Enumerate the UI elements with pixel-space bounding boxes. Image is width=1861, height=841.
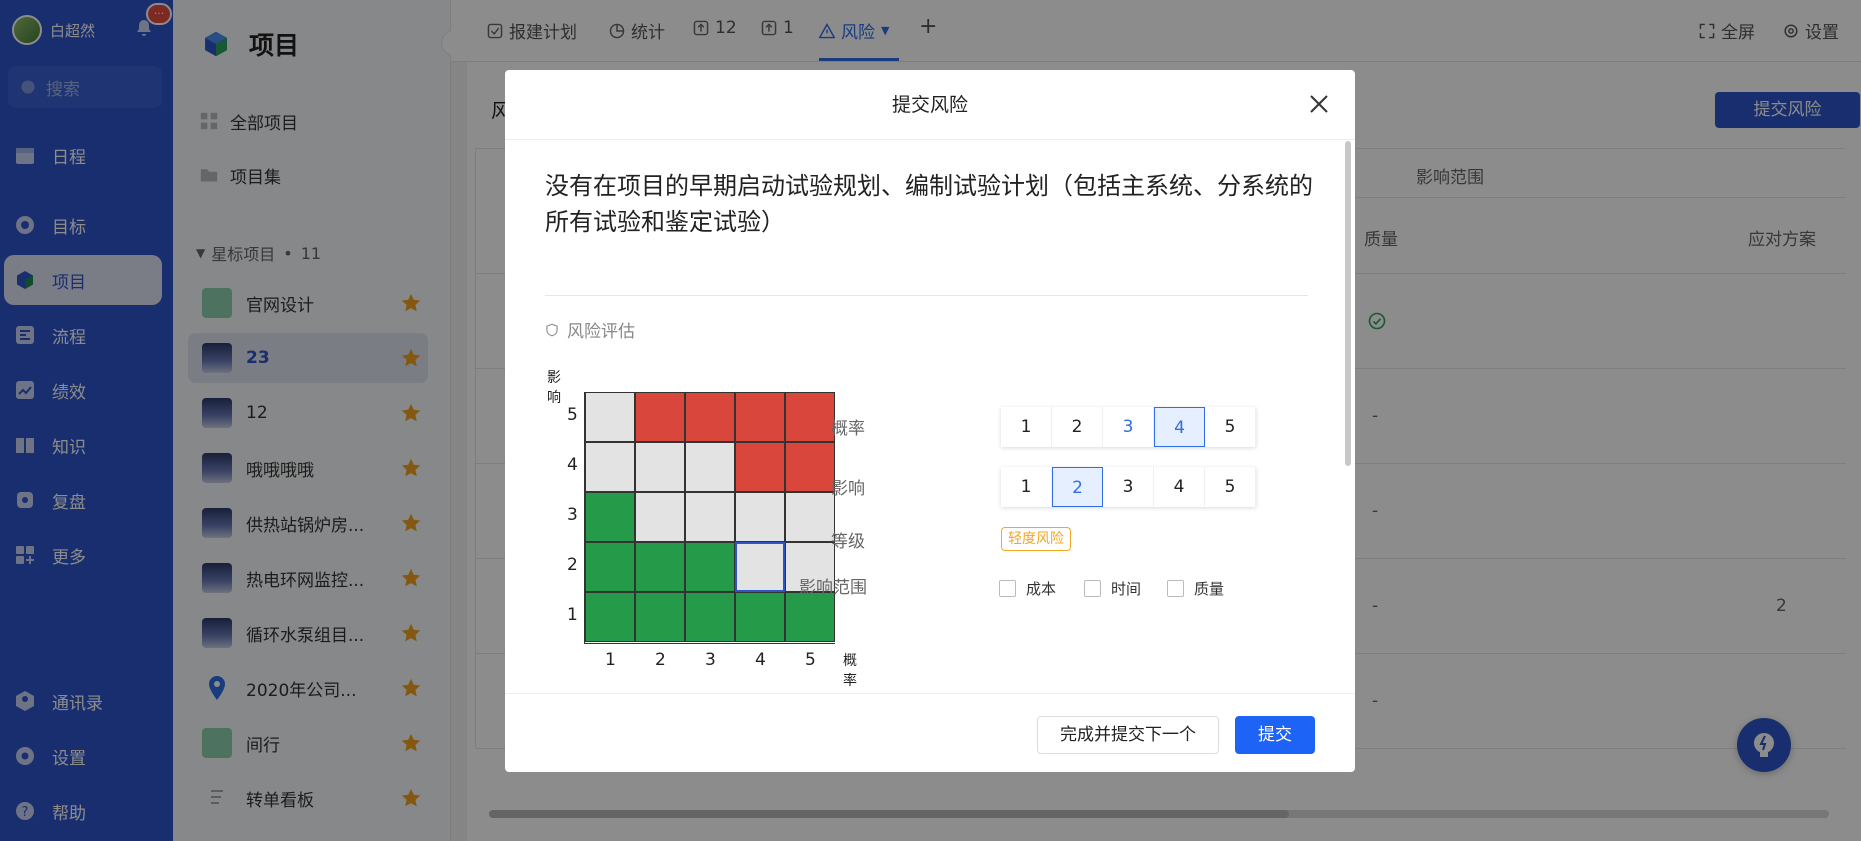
option-2[interactable]: 2 xyxy=(1052,467,1103,507)
matrix-cell[interactable] xyxy=(635,492,685,542)
dialog-body: 没有在项目的早期启动试验规划、编制试验计划（包括主系统、分系统的所有试验和鉴定试… xyxy=(505,141,1355,693)
vertical-scrollbar[interactable] xyxy=(1345,141,1351,466)
matrix-cell[interactable] xyxy=(585,592,635,642)
impact-selector: 12345 xyxy=(1001,467,1256,507)
shield-icon xyxy=(546,323,558,336)
probability-label: 概率 xyxy=(831,419,865,439)
option-2[interactable]: 2 xyxy=(1052,407,1103,447)
matrix-cell[interactable] xyxy=(585,492,635,542)
checkbox[interactable] xyxy=(1084,580,1101,597)
checkbox[interactable] xyxy=(1167,580,1184,597)
x-tick-label: 3 xyxy=(705,650,716,670)
matrix-cell[interactable] xyxy=(685,442,735,492)
checkbox-label: 成本 xyxy=(1026,580,1057,598)
matrix-cell[interactable] xyxy=(685,592,735,642)
y-axis-label: 影响 xyxy=(547,370,561,406)
option-4[interactable]: 4 xyxy=(1154,467,1205,507)
dialog-footer: 完成并提交下一个 提交 xyxy=(505,693,1355,772)
matrix-cell[interactable] xyxy=(635,442,685,492)
option-3[interactable]: 3 xyxy=(1103,467,1154,507)
x-tick-label: 5 xyxy=(805,650,816,670)
scope-label: 影响范围 xyxy=(799,578,867,598)
probability-selector: 12345 xyxy=(1001,407,1256,447)
risk-assessment-section: 风险评估 xyxy=(545,317,635,342)
option-3[interactable]: 3 xyxy=(1103,407,1154,447)
close-icon[interactable] xyxy=(1307,92,1331,116)
checkbox-label: 时间 xyxy=(1111,580,1142,598)
y-tick-label: 5 xyxy=(567,405,578,425)
scope-checkbox-quality[interactable]: 质量 xyxy=(1167,578,1224,599)
y-tick-label: 3 xyxy=(567,505,578,525)
scope-checkbox-cost[interactable]: 成本 xyxy=(999,578,1056,599)
matrix-cell[interactable] xyxy=(685,392,735,442)
matrix-cell[interactable] xyxy=(685,542,735,592)
option-5[interactable]: 5 xyxy=(1205,467,1256,507)
risk-level-badge: 轻度风险 xyxy=(1001,527,1071,551)
x-axis-label: 概率 xyxy=(843,653,857,689)
option-1[interactable]: 1 xyxy=(1001,407,1052,447)
option-1[interactable]: 1 xyxy=(1001,467,1052,507)
matrix-cell[interactable] xyxy=(735,592,785,642)
section-label: 风险评估 xyxy=(567,322,635,342)
submit-next-button[interactable]: 完成并提交下一个 xyxy=(1037,716,1219,754)
x-tick-label: 2 xyxy=(655,650,666,670)
x-tick-label: 4 xyxy=(755,650,766,670)
y-tick-label: 1 xyxy=(567,605,578,625)
scope-checkbox-time[interactable]: 时间 xyxy=(1084,578,1141,599)
y-axis-line xyxy=(584,392,585,644)
matrix-cell[interactable] xyxy=(585,442,635,492)
y-tick-label: 4 xyxy=(567,455,578,475)
checkbox[interactable] xyxy=(999,580,1016,597)
matrix-cell[interactable] xyxy=(685,492,735,542)
impact-label: 影响 xyxy=(831,479,865,499)
x-tick-label: 1 xyxy=(605,650,616,670)
divider xyxy=(545,295,1308,296)
matrix-cell[interactable] xyxy=(635,392,685,442)
matrix-cell[interactable] xyxy=(635,542,685,592)
matrix-cell[interactable] xyxy=(585,392,635,442)
risk-description: 没有在项目的早期启动试验规划、编制试验计划（包括主系统、分系统的所有试验和鉴定试… xyxy=(545,172,1313,236)
matrix-cell[interactable] xyxy=(735,392,785,442)
matrix-cell[interactable] xyxy=(785,592,835,642)
y-tick-label: 2 xyxy=(567,555,578,575)
submit-button[interactable]: 提交 xyxy=(1235,716,1315,754)
x-axis-line xyxy=(585,643,835,644)
level-label: 等级 xyxy=(831,532,865,552)
option-5[interactable]: 5 xyxy=(1205,407,1256,447)
option-4[interactable]: 4 xyxy=(1154,407,1205,447)
matrix-cell[interactable] xyxy=(585,542,635,592)
matrix-cell[interactable] xyxy=(635,592,685,642)
matrix-cell[interactable] xyxy=(735,442,785,492)
submit-risk-dialog: 提交风险 没有在项目的早期启动试验规划、编制试验计划（包括主系统、分系统的所有试… xyxy=(505,70,1355,772)
checkbox-label: 质量 xyxy=(1194,580,1225,598)
dialog-title: 提交风险 xyxy=(505,70,1355,140)
matrix-cell[interactable] xyxy=(735,492,785,542)
